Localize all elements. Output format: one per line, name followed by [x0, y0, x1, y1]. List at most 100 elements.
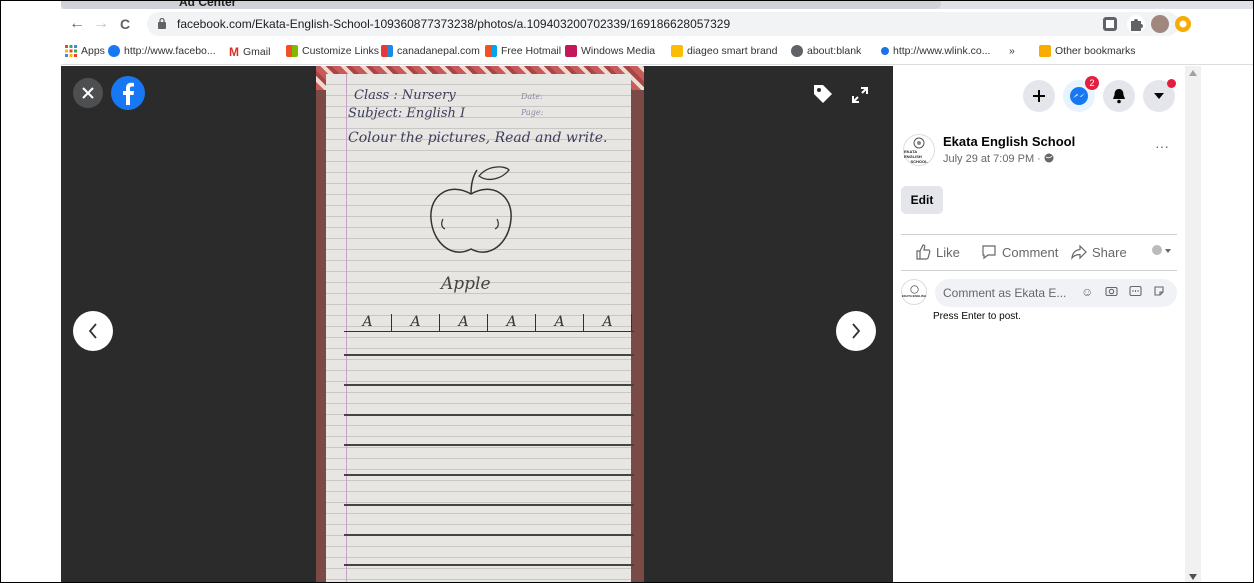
grid-line [344, 474, 634, 476]
camera-icon[interactable] [1105, 285, 1118, 300]
messenger-icon [1070, 87, 1088, 105]
previous-photo-button[interactable] [73, 311, 113, 351]
comment-label: Comment [1002, 244, 1059, 260]
windows-media-icon [565, 45, 577, 57]
bookmark-diageo[interactable]: diageo smart brand [671, 45, 777, 57]
chevron-left-icon [88, 323, 97, 339]
bookmark-label: Windows Media [581, 45, 656, 57]
grid-letter-row: A A A A A A [344, 314, 634, 332]
writing-grid: A A A A A A [344, 314, 634, 582]
bell-icon [1113, 89, 1125, 104]
grid-letter: A [440, 314, 488, 331]
like-label: Like [936, 244, 960, 260]
commenter-avatar: EKATA ENGLISH [901, 279, 927, 305]
bookmark-label: Free Hotmail [501, 45, 562, 57]
avatar-logo-text: SCHOOL [910, 158, 928, 164]
panel-scrollbar[interactable] [1185, 66, 1201, 582]
share-button[interactable]: Share [1071, 244, 1127, 260]
audience-selector[interactable] [1151, 244, 1173, 258]
tag-photo-button[interactable] [811, 82, 835, 106]
comment-input[interactable]: Comment as Ekata E... ☺ [935, 279, 1177, 307]
comment-button[interactable]: Comment [981, 244, 1058, 260]
facebook-f-icon [123, 82, 134, 105]
address-bar[interactable]: facebook.com/Ekata-English-School-109360… [147, 12, 1179, 36]
dot-favicon-icon [881, 47, 889, 55]
bookmark-facebook[interactable]: http://www.facebo... [108, 45, 216, 57]
scroll-down-arrow-icon[interactable] [1189, 574, 1197, 580]
account-menu-button[interactable] [1143, 79, 1176, 112]
sticker-icon[interactable] [1153, 285, 1165, 300]
more-options-button[interactable]: ··· [1155, 138, 1169, 154]
facebook-logo[interactable] [111, 76, 145, 110]
gif-icon[interactable] [1129, 285, 1142, 300]
active-tab[interactable]: Ad Center [61, 1, 941, 9]
url-text: facebook.com/Ekata-English-School-109360… [177, 17, 731, 31]
gmail-icon: M [229, 45, 239, 59]
grid-line [344, 354, 634, 356]
share-label: Share [1092, 244, 1127, 260]
caret-down-icon [1154, 93, 1164, 99]
bookmark-label: canadanepal.com [397, 45, 480, 57]
page-name-link[interactable]: Ekata English School [943, 134, 1075, 149]
comment-icon [982, 245, 996, 260]
globe-icon [1044, 153, 1054, 163]
bookmark-other-bookmarks[interactable]: Other bookmarks [1039, 45, 1136, 57]
back-button[interactable]: ← [67, 14, 87, 34]
like-button[interactable]: Like [915, 244, 960, 260]
canadanepal-favicon-icon [381, 45, 393, 57]
grid-line [344, 414, 634, 416]
page-avatar[interactable]: EKATA ENGLISH SCHOOL [903, 134, 935, 166]
post-details-panel: 2 EKATA ENGLISH SCHOOL Ekata English Sch… [893, 66, 1185, 582]
bookmark-gmail[interactable]: M Gmail [229, 45, 270, 59]
notifications-button[interactable] [1103, 80, 1135, 112]
bookmark-customize-links[interactable]: Customize Links [286, 45, 379, 57]
extension-orange-icon[interactable] [1175, 16, 1191, 32]
bookmark-label: Gmail [243, 46, 271, 58]
profile-avatar[interactable] [1151, 15, 1169, 33]
grid-letter: A [392, 314, 440, 331]
bookmark-about-blank[interactable]: about:blank [791, 45, 861, 57]
screenshot-frame: Ad Center ← → C facebook.com/Ekata-Engli… [0, 0, 1254, 583]
post-timestamp[interactable]: July 29 at 7:09 PM · [943, 153, 1054, 165]
bookmark-windows-media[interactable]: Windows Media [565, 45, 655, 57]
folder-icon [1039, 45, 1051, 57]
scroll-up-arrow-icon[interactable] [1189, 70, 1197, 76]
bookmark-apps[interactable]: Apps [65, 45, 105, 57]
forward-button[interactable]: → [91, 14, 111, 34]
bookmark-label: Other bookmarks [1055, 45, 1136, 57]
bookmarks-overflow-button[interactable]: » [1009, 45, 1015, 57]
plus-icon [1033, 90, 1045, 102]
browser-toolbar: ← → C facebook.com/Ekata-English-School-… [61, 9, 1253, 39]
extension-icon[interactable] [1103, 17, 1117, 31]
messenger-button[interactable]: 2 [1063, 76, 1099, 112]
grid-line [344, 384, 634, 386]
close-icon [82, 87, 94, 99]
photo-page-label: Page: [521, 108, 544, 117]
bookmark-label: about:blank [807, 45, 862, 57]
page-avatar-caret-icon [1152, 245, 1171, 255]
apple-drawing [430, 166, 512, 253]
extensions-puzzle-icon[interactable] [1127, 15, 1145, 33]
facebook-favicon-icon [108, 45, 120, 57]
bookmark-label: http://www.wlink.co... [893, 45, 991, 57]
bookmark-label: http://www.facebo... [124, 45, 216, 57]
diageo-favicon-icon [671, 45, 683, 57]
divider [901, 270, 1177, 271]
chevron-right-icon [852, 323, 861, 339]
apps-grid-icon [65, 45, 77, 57]
photo-word-apple: Apple [441, 274, 491, 294]
create-button[interactable] [1023, 80, 1055, 112]
fullscreen-button[interactable] [849, 84, 871, 106]
emoji-icon[interactable]: ☺ [1081, 285, 1093, 299]
bookmark-wlink[interactable]: http://www.wlink.co... [881, 45, 990, 57]
comment-placeholder: Comment as Ekata E... [943, 286, 1067, 300]
bookmark-canadanepal[interactable]: canadanepal.com [381, 45, 480, 57]
close-viewer-button[interactable] [73, 78, 103, 108]
bookmark-free-hotmail[interactable]: Free Hotmail [485, 45, 561, 57]
grid-line [344, 564, 634, 566]
page-right-margin [1201, 66, 1253, 582]
edit-button[interactable]: Edit [901, 186, 943, 214]
reload-button[interactable]: C [115, 14, 135, 34]
avatar-logo-text: EKATA ENGLISH [902, 294, 926, 298]
next-photo-button[interactable] [836, 311, 876, 351]
